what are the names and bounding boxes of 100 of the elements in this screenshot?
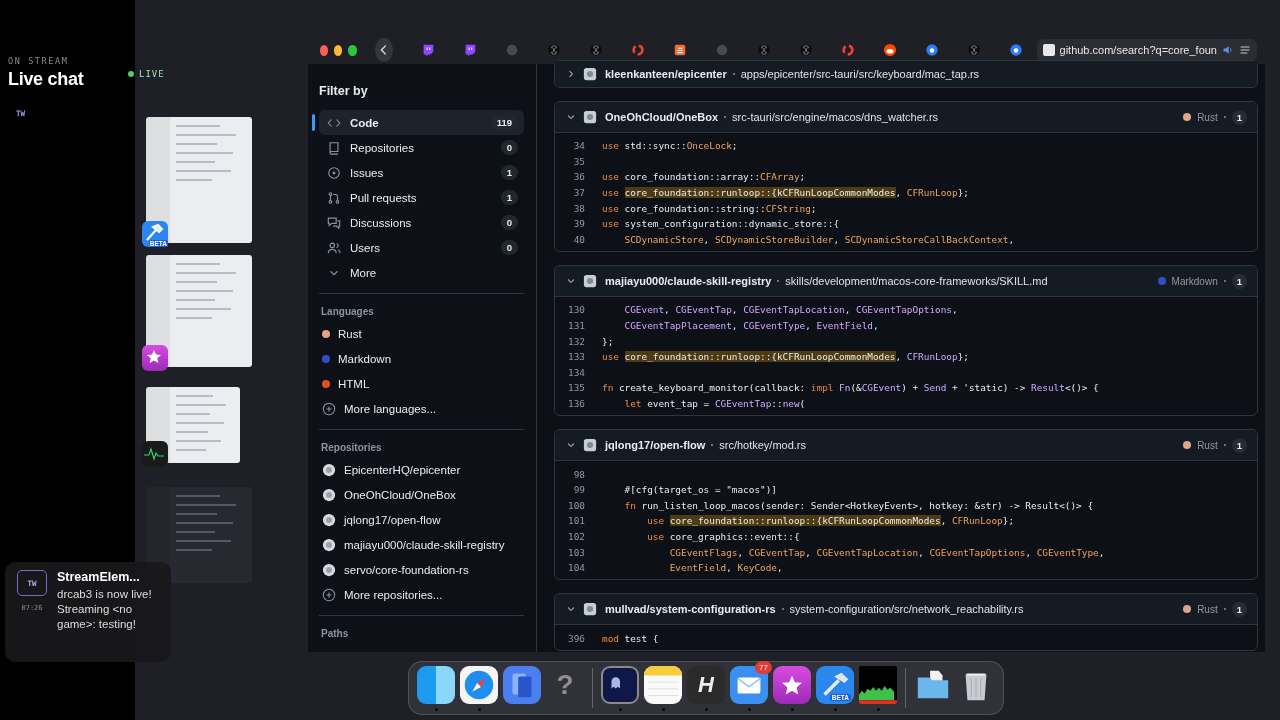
line-number: 101 xyxy=(567,515,586,527)
filter-item[interactable]: Issues 1 xyxy=(319,160,524,185)
speaker-icon[interactable] xyxy=(1222,44,1234,56)
repo-icon xyxy=(327,140,341,155)
graph-icon[interactable] xyxy=(859,665,897,704)
repository-filter[interactable]: OneOhCloud/OneBox xyxy=(344,488,456,501)
zoom-button[interactable] xyxy=(348,44,357,56)
repository-link[interactable]: OneOhCloud/OneBox xyxy=(605,111,719,123)
line-number: 98 xyxy=(572,468,586,480)
code-line: mod test { xyxy=(602,632,659,644)
line-number: 40 xyxy=(572,233,586,245)
section-label: ON STREAM xyxy=(8,56,69,66)
discussion-icon xyxy=(327,215,341,230)
repository-link[interactable]: majiayu000/claude-skill-registry xyxy=(605,275,772,288)
users-icon xyxy=(327,240,341,255)
close-button[interactable] xyxy=(320,44,329,56)
file-path-link[interactable]: src/hotkey/mod.rs xyxy=(719,439,807,452)
language-label: Markdown xyxy=(1171,275,1218,287)
filter-item[interactable]: Users 0 xyxy=(319,235,524,260)
window-thumbnail[interactable] xyxy=(146,387,240,463)
language-filter[interactable]: Markdown xyxy=(338,352,392,365)
code-line: SCDynamicStore, SCDynamicStoreBuilder, SCDynamicStoreCallBackContext, xyxy=(623,233,1015,245)
code-line: fn create_keyboard_monitor(callback: impl Fn(&CGEvent) + Send + 'static) -> Result<()> { xyxy=(602,382,1099,394)
address-field[interactable]: github.com/search?q=core_foun xyxy=(1036,39,1257,61)
code-line: use std::sync::OnceLock; xyxy=(602,140,738,152)
result-count: 1 xyxy=(500,190,518,205)
file-path-link[interactable]: apps/epicenter/src-tauri/src/keyboard/mac_tap.rs xyxy=(740,68,980,80)
letter-app-icon[interactable]: H xyxy=(687,665,725,704)
repository-filter[interactable]: EpicenterHQ/epicenter xyxy=(344,463,461,476)
line-number: 131 xyxy=(567,320,586,332)
avatar-icon xyxy=(583,602,597,617)
code-line: CGEventTapPlacement, CGEventType, EventField, xyxy=(623,320,879,332)
repository-filter[interactable]: jqlong17/open-flow xyxy=(344,513,441,526)
round-logo-icon xyxy=(714,43,729,57)
menu-icon[interactable] xyxy=(1239,44,1251,56)
stacked-pages-icon[interactable] xyxy=(503,665,541,704)
more-languages-link[interactable]: More languages... xyxy=(344,402,437,415)
line-number: 34 xyxy=(572,140,586,152)
file-path-link[interactable]: skills/development/macos-core-frameworks/SKILL.md xyxy=(785,275,1048,288)
match-count: 1 xyxy=(1231,601,1247,617)
filter-item[interactable]: Repositories 0 xyxy=(319,135,524,160)
window-thumbnail[interactable] xyxy=(146,255,252,367)
language-filter[interactable]: HTML xyxy=(338,377,370,390)
live-dot xyxy=(128,71,134,77)
knot-icon xyxy=(966,43,981,57)
repository-link[interactable]: jqlong17/open-flow xyxy=(605,439,706,452)
code-line: use core_foundation::runloop::{kCFRunLoopCommonModes, CFRunLoop}; xyxy=(602,187,969,199)
filter-item[interactable]: Pull requests 1 xyxy=(319,185,524,210)
match-count: 1 xyxy=(1231,273,1247,289)
stack-icon xyxy=(672,43,687,57)
terminal-icon[interactable] xyxy=(601,665,639,704)
avatar-icon xyxy=(322,562,336,577)
code-line: use system_configuration::dynamic_store::{ xyxy=(602,218,840,230)
line-number: 99 xyxy=(572,484,586,496)
code-line: use core_graphics::event::{ xyxy=(646,531,800,542)
notification-badge: 77 xyxy=(755,660,772,674)
file-path-link[interactable]: src-tauri/src/engine/macos/dns_watcher.rs xyxy=(732,111,939,123)
split-square-icon[interactable] xyxy=(417,665,455,704)
filter-item[interactable]: More xyxy=(319,260,524,285)
pulse-icon[interactable] xyxy=(142,441,168,467)
minimize-button[interactable] xyxy=(334,44,343,56)
dot-icon xyxy=(1008,43,1023,57)
avatar-icon xyxy=(583,274,597,289)
plus-circle-icon xyxy=(322,401,336,416)
filter-item[interactable]: Discussions 0 xyxy=(319,210,524,235)
dot-icon xyxy=(924,43,939,57)
notepad-icon[interactable] xyxy=(644,665,682,704)
line-number: 133 xyxy=(567,351,586,363)
issue-icon xyxy=(327,165,341,180)
more-repositories-link[interactable]: More repositories... xyxy=(344,588,443,601)
result-count: 119 xyxy=(490,115,518,130)
avatar-icon xyxy=(583,438,597,453)
file-path-link[interactable]: system-configuration/src/network_reachability.rs xyxy=(789,603,1024,616)
envelope-icon[interactable] xyxy=(730,665,768,704)
code-line: EventField, KeyCode, xyxy=(668,562,783,574)
line-number: 38 xyxy=(572,202,586,214)
line-number: 132 xyxy=(567,335,586,347)
line-number: 39 xyxy=(572,218,586,230)
window-thumbnail[interactable] xyxy=(146,117,252,243)
line-number: 102 xyxy=(567,531,586,542)
language-filter[interactable]: Rust xyxy=(338,327,362,340)
code-line: use core_foundation::array::CFArray; xyxy=(602,171,806,183)
antenna-head-icon xyxy=(882,43,897,57)
panel-title: Live chat xyxy=(8,69,84,90)
window-thumbnail[interactable] xyxy=(146,487,252,583)
repository-link[interactable]: kleenkanteen/epicenter xyxy=(605,68,727,80)
compass-icon[interactable] xyxy=(460,665,498,704)
repository-filter[interactable]: servo/core-foundation-rs xyxy=(344,563,469,576)
live-label: LIVE xyxy=(139,69,165,79)
knot-icon xyxy=(588,43,603,57)
repository-link[interactable]: mullvad/system-configuration-rs xyxy=(605,603,776,616)
line-number: 135 xyxy=(567,382,586,394)
repository-filter[interactable]: majiayu000/claude-skill-registry xyxy=(344,538,505,551)
line-number: 136 xyxy=(567,398,586,409)
notification-title: StreamElem... xyxy=(57,570,141,584)
back-button[interactable] xyxy=(374,38,393,62)
result-count: 0 xyxy=(500,215,518,230)
avatar-icon xyxy=(322,537,336,552)
pr-icon xyxy=(327,190,341,205)
knot-icon xyxy=(546,43,561,57)
